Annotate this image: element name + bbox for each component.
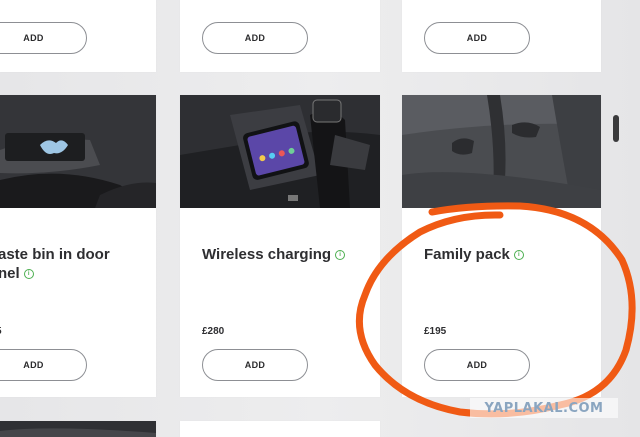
product-card: ADD xyxy=(0,0,156,72)
product-card: ADD xyxy=(180,0,380,72)
add-button[interactable]: ADD xyxy=(424,22,530,54)
product-title: Wireless charging i xyxy=(202,245,372,264)
scrollbar[interactable] xyxy=(611,0,623,437)
info-icon[interactable]: i xyxy=(335,250,346,261)
add-button[interactable]: ADD xyxy=(202,22,308,54)
info-icon[interactable]: i xyxy=(513,250,524,261)
product-price: £280 xyxy=(202,326,225,337)
product-price: 5 xyxy=(0,326,2,337)
info-icon[interactable]: i xyxy=(23,269,34,280)
watermark: YAPLAKAL.COM xyxy=(470,398,618,418)
scrollbar-thumb[interactable] xyxy=(613,115,619,142)
product-price: £195 xyxy=(424,326,447,337)
product-title: aste bin in door nel i xyxy=(0,246,110,282)
product-card: ADD xyxy=(402,0,601,72)
add-button[interactable]: ADD xyxy=(0,349,87,381)
product-card-family-pack: Family pack i £195 ADD xyxy=(402,95,601,397)
product-card xyxy=(180,421,380,437)
product-card-waste-bin: aste bin in door neli 5 ADD xyxy=(0,95,156,397)
product-card-wireless-charging: Wireless charging i £280 ADD xyxy=(180,95,380,397)
product-image xyxy=(402,95,601,208)
add-button[interactable]: ADD xyxy=(0,22,87,54)
product-image xyxy=(0,95,156,208)
add-button[interactable]: ADD xyxy=(424,349,530,381)
product-image xyxy=(180,95,380,208)
product-title: Family pack i xyxy=(424,245,594,264)
product-image xyxy=(0,421,156,437)
accessories-page: ADD ADD ADD aste bin in door neli 5 ADD xyxy=(0,0,640,437)
product-card xyxy=(0,421,156,437)
add-button[interactable]: ADD xyxy=(202,349,308,381)
